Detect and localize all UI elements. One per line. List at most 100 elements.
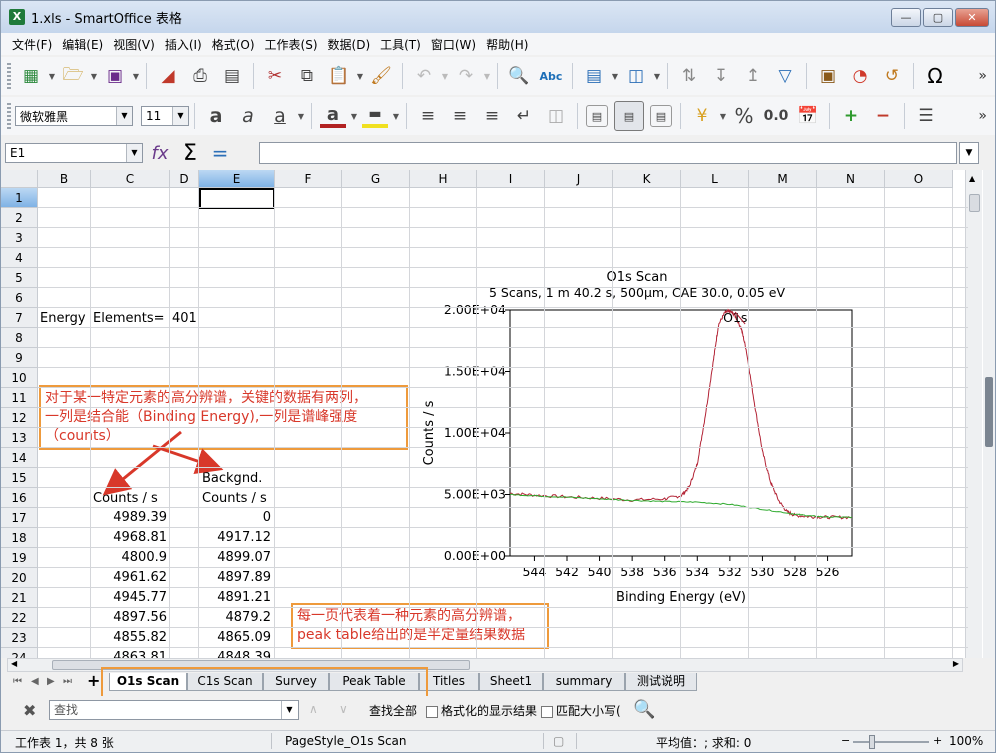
- zoom-level[interactable]: 100%: [949, 734, 983, 748]
- formatted-checkbox[interactable]: [426, 705, 438, 718]
- formula-input[interactable]: [259, 142, 957, 164]
- row-header-15[interactable]: 15: [1, 468, 38, 488]
- cell-e23[interactable]: 4865.09: [199, 628, 271, 648]
- row-header-20[interactable]: 20: [1, 568, 38, 588]
- row-header-8[interactable]: 8: [1, 328, 38, 348]
- font-name-select[interactable]: 微软雅黑 ▼: [15, 106, 133, 126]
- wrap-text-icon[interactable]: ↵: [511, 103, 537, 129]
- scroll-right-icon[interactable]: ▶: [953, 659, 959, 668]
- merge-cells-icon[interactable]: ◫: [543, 103, 569, 129]
- toolbar-grip[interactable]: [7, 63, 11, 89]
- first-sheet-icon[interactable]: ⏮: [13, 676, 22, 687]
- font-color-dropdown-icon[interactable]: ▼: [349, 103, 359, 129]
- font-color-icon[interactable]: a: [320, 104, 346, 128]
- match-case-option[interactable]: 匹配大小写(: [541, 702, 621, 719]
- print-icon[interactable]: ⎙: [187, 63, 213, 89]
- column-header-e[interactable]: E: [199, 170, 275, 188]
- cell-c23[interactable]: 4855.82: [91, 628, 167, 648]
- special-character-icon[interactable]: Ω: [922, 63, 948, 89]
- menu-insert[interactable]: 插入(I): [160, 36, 207, 53]
- column-header-h[interactable]: H: [410, 170, 477, 188]
- find-replace-dialog-icon[interactable]: 🔍: [633, 699, 655, 720]
- insert-row-icon[interactable]: ▤: [581, 63, 607, 89]
- italic-icon[interactable]: a: [235, 103, 261, 129]
- percent-format-icon[interactable]: %: [731, 103, 757, 129]
- close-button[interactable]: ✕: [955, 8, 989, 27]
- insert-chart-icon[interactable]: ◔: [847, 63, 873, 89]
- highlight-color-icon[interactable]: ▬: [362, 104, 388, 128]
- column-header-d[interactable]: D: [170, 170, 199, 188]
- cell-c22[interactable]: 4897.56: [91, 608, 167, 628]
- paste-icon[interactable]: 📋: [326, 63, 352, 89]
- minimize-button[interactable]: —: [891, 8, 921, 27]
- menu-file[interactable]: 文件(F): [7, 36, 57, 53]
- find-previous-icon[interactable]: ∧: [309, 702, 318, 716]
- cell-c18[interactable]: 4968.81: [91, 528, 167, 548]
- highlight-dropdown-icon[interactable]: ▼: [391, 103, 401, 129]
- row-header-19[interactable]: 19: [1, 548, 38, 568]
- align-center-icon[interactable]: ≡: [447, 103, 473, 129]
- column-header-c[interactable]: C: [91, 170, 170, 188]
- row-header-10[interactable]: 10: [1, 368, 38, 388]
- redo-icon[interactable]: ↷: [453, 63, 479, 89]
- column-header-n[interactable]: N: [817, 170, 885, 188]
- row-header-7[interactable]: 7: [1, 308, 38, 328]
- column-dropdown-icon[interactable]: ▼: [652, 63, 662, 89]
- find-input[interactable]: 查找: [49, 700, 299, 720]
- formatted-display-option[interactable]: 格式化的显示结果: [426, 702, 537, 719]
- formula-expand-icon[interactable]: ▼: [959, 142, 979, 164]
- zoom-in-icon[interactable]: +: [933, 734, 942, 747]
- column-header-i[interactable]: I: [477, 170, 545, 188]
- undo-icon[interactable]: ↶: [411, 63, 437, 89]
- cell-e17[interactable]: 0: [199, 508, 271, 528]
- row-header-24[interactable]: 24: [1, 648, 38, 658]
- add-decimal-icon[interactable]: +: [838, 103, 864, 129]
- new-document-icon[interactable]: ▦: [18, 63, 44, 89]
- row-header-22[interactable]: 22: [1, 608, 38, 628]
- cell-e22[interactable]: 4879.2: [199, 608, 272, 628]
- row-header-21[interactable]: 21: [1, 588, 38, 608]
- menu-window[interactable]: 窗口(W): [426, 36, 481, 53]
- column-header-m[interactable]: M: [749, 170, 817, 188]
- row-header-23[interactable]: 23: [1, 628, 38, 648]
- row-header-6[interactable]: 6: [1, 288, 38, 308]
- menu-data[interactable]: 数据(D): [323, 36, 376, 53]
- sort-ascending-icon[interactable]: ↥: [740, 63, 766, 89]
- cell-c21[interactable]: 4945.77: [91, 588, 167, 608]
- row-header-14[interactable]: 14: [1, 448, 38, 468]
- valign-top-icon[interactable]: ▤: [586, 105, 608, 127]
- indent-icon[interactable]: ☰: [913, 103, 939, 129]
- paste-dropdown-icon[interactable]: ▼: [355, 63, 365, 89]
- valign-middle-icon[interactable]: ▤: [614, 101, 644, 131]
- open-folder-icon[interactable]: 🗁: [60, 63, 86, 89]
- sheet-tab[interactable]: summary: [543, 673, 625, 691]
- find-next-icon[interactable]: ∨: [339, 702, 348, 716]
- row-header-3[interactable]: 3: [1, 228, 38, 248]
- find-replace-icon[interactable]: 🔍: [506, 63, 532, 89]
- find-all-button[interactable]: 查找全部: [369, 702, 417, 719]
- function-wizard-icon[interactable]: fx: [147, 141, 173, 165]
- chevron-down-icon[interactable]: ▼: [281, 701, 297, 719]
- currency-format-icon[interactable]: ¥: [689, 103, 715, 129]
- print-preview-icon[interactable]: ▤: [219, 63, 245, 89]
- decimal-format-icon[interactable]: 0.0: [763, 103, 789, 129]
- open-dropdown-icon[interactable]: ▼: [89, 63, 99, 89]
- scroll-left-icon[interactable]: ◀: [11, 659, 17, 668]
- cut-icon[interactable]: ✂: [262, 63, 288, 89]
- pivot-table-icon[interactable]: ↺: [879, 63, 905, 89]
- split-handle[interactable]: [983, 170, 995, 658]
- remove-decimal-icon[interactable]: −: [870, 103, 896, 129]
- cell-c17[interactable]: 4989.39: [91, 508, 167, 528]
- insert-image-icon[interactable]: ▣: [815, 63, 841, 89]
- export-pdf-icon[interactable]: ◢: [155, 63, 181, 89]
- close-find-icon[interactable]: ✖: [23, 701, 36, 720]
- format-paintbrush-icon[interactable]: 🖌: [368, 63, 394, 89]
- sheet-tab[interactable]: Titles: [419, 673, 479, 691]
- zoom-out-icon[interactable]: −: [841, 734, 850, 747]
- undo-dropdown-icon[interactable]: ▼: [440, 63, 450, 89]
- menu-format[interactable]: 格式(O): [207, 36, 260, 53]
- column-header-b[interactable]: B: [38, 170, 91, 188]
- cell-e20[interactable]: 4897.89: [199, 568, 271, 588]
- prev-sheet-icon[interactable]: ◀: [31, 676, 39, 687]
- page-style-status[interactable]: PageStyle_O1s Scan: [285, 734, 407, 748]
